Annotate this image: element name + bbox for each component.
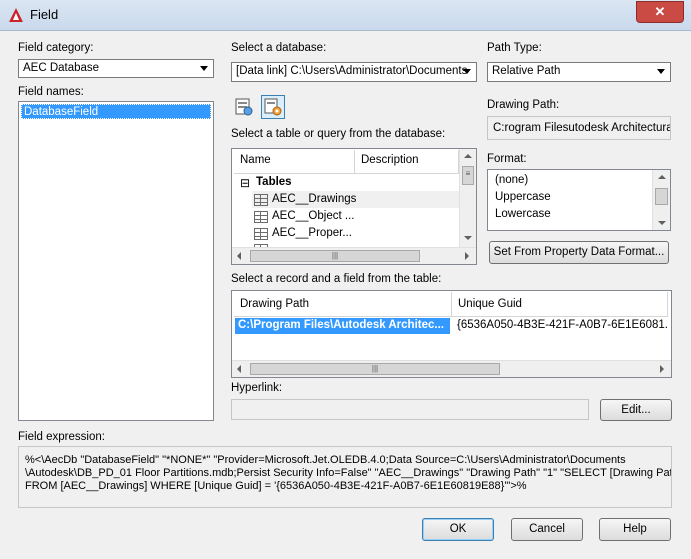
format-list[interactable]: (none) Uppercase Lowercase [487,169,671,231]
vertical-scrollbar[interactable] [652,170,670,230]
horizontal-scrollbar[interactable]: ||| [232,360,671,377]
scroll-thumb[interactable]: ≡ [462,166,474,185]
field-expression-label: Field expression: [18,431,105,443]
tree-item[interactable]: AEC__Object ... [272,210,354,222]
scroll-down-icon[interactable] [658,221,666,225]
title-bar [0,0,691,31]
drawing-path-field: C:rogram Filesutodesk Architectural [487,116,671,140]
browse-database-button[interactable] [233,96,255,118]
autocad-logo-icon [9,8,23,22]
cancel-button[interactable]: Cancel [511,518,583,541]
list-item[interactable]: DatabaseField [21,104,211,119]
set-from-property-data-format-button[interactable]: Set From Property Data Format... [489,241,669,264]
scroll-up-icon[interactable] [464,154,472,158]
edit-button[interactable]: Edit... [600,399,672,421]
tree-item[interactable]: AEC__Proper... [272,227,352,239]
chevron-down-icon [657,69,665,74]
record-table[interactable]: Drawing Path Unique Guid C:\Program File… [231,290,672,378]
column-header-unique-guid[interactable]: Unique Guid [452,292,668,317]
table-query-tree[interactable]: Name Description ⊟ Tables AEC__Drawings … [231,148,477,265]
scroll-right-icon[interactable] [660,365,664,373]
column-header-description[interactable]: Description [355,150,459,174]
field-category-label: Field category: [18,42,94,54]
scroll-thumb[interactable] [655,188,668,205]
scroll-up-icon[interactable] [658,175,666,179]
chevron-down-icon [200,66,208,71]
database-dropdown[interactable]: [Data link] C:\Users\Administrator\Docum… [231,62,477,82]
scroll-down-icon[interactable] [464,236,472,240]
path-type-value: Relative Path [492,65,561,77]
help-button[interactable]: Help [599,518,671,541]
format-option[interactable]: (none) [495,174,528,186]
format-option[interactable]: Lowercase [495,208,551,220]
hyperlink-label: Hyperlink: [231,382,283,394]
vertical-scrollbar[interactable]: ≡ [459,149,476,247]
data-link-manager-button[interactable] [261,95,285,119]
column-header-name[interactable]: Name [234,150,355,174]
field-names-label: Field names: [18,86,84,98]
format-label: Format: [487,153,527,165]
table-query-label: Select a table or query from the databas… [231,128,446,140]
scroll-left-icon[interactable] [237,365,241,373]
scroll-thumb[interactable]: ||| [250,250,420,262]
hyperlink-field [231,399,589,420]
scroll-left-icon[interactable] [237,252,241,260]
table-cell-unique-guid[interactable]: {6536A050-4B3E-421F-A0B7-6E1E6081... [454,318,668,334]
chevron-down-icon [463,69,471,74]
ok-button[interactable]: OK [422,518,494,541]
tree-group-tables: Tables [256,176,292,188]
record-label: Select a record and a field from the tab… [231,273,442,285]
expression-line: FROM [AEC__Drawings] WHERE [Unique Guid]… [25,480,527,492]
path-type-label: Path Type: [487,42,542,54]
horizontal-scrollbar[interactable]: ||| [232,247,476,264]
expression-line: \Autodesk\DB_PD_01 Floor Partitions.mdb;… [25,467,672,479]
collapse-icon[interactable]: ⊟ [240,177,250,189]
field-category-value: AEC Database [23,62,100,74]
table-icon [254,228,268,240]
window-title: Field [30,7,59,22]
format-option[interactable]: Uppercase [495,191,551,203]
field-category-dropdown[interactable]: AEC Database [18,59,214,78]
database-label: Select a database: [231,42,327,54]
column-header-drawing-path[interactable]: Drawing Path [234,292,452,317]
drawing-path-label: Drawing Path: [487,99,560,111]
expression-line: %<\AecDb "DatabaseField" "*NONE*" "Provi… [25,454,626,466]
path-type-dropdown[interactable]: Relative Path [487,62,671,82]
data-link-icon [264,98,282,116]
database-browse-icon [235,98,253,116]
tree-item[interactable]: AEC__Drawings [272,193,356,205]
scroll-right-icon[interactable] [465,252,469,260]
close-button[interactable]: ✕ [636,1,684,23]
field-names-list[interactable]: DatabaseField [18,101,214,421]
table-icon [254,211,268,223]
scroll-thumb[interactable]: ||| [250,363,500,375]
database-value: [Data link] C:\Users\Administrator\Docum… [236,65,468,77]
table-cell-drawing-path[interactable]: C:\Program Files\Autodesk Architec... [235,318,450,334]
table-icon [254,194,268,206]
field-expression-text: %<\AecDb "DatabaseField" "*NONE*" "Provi… [18,446,672,508]
